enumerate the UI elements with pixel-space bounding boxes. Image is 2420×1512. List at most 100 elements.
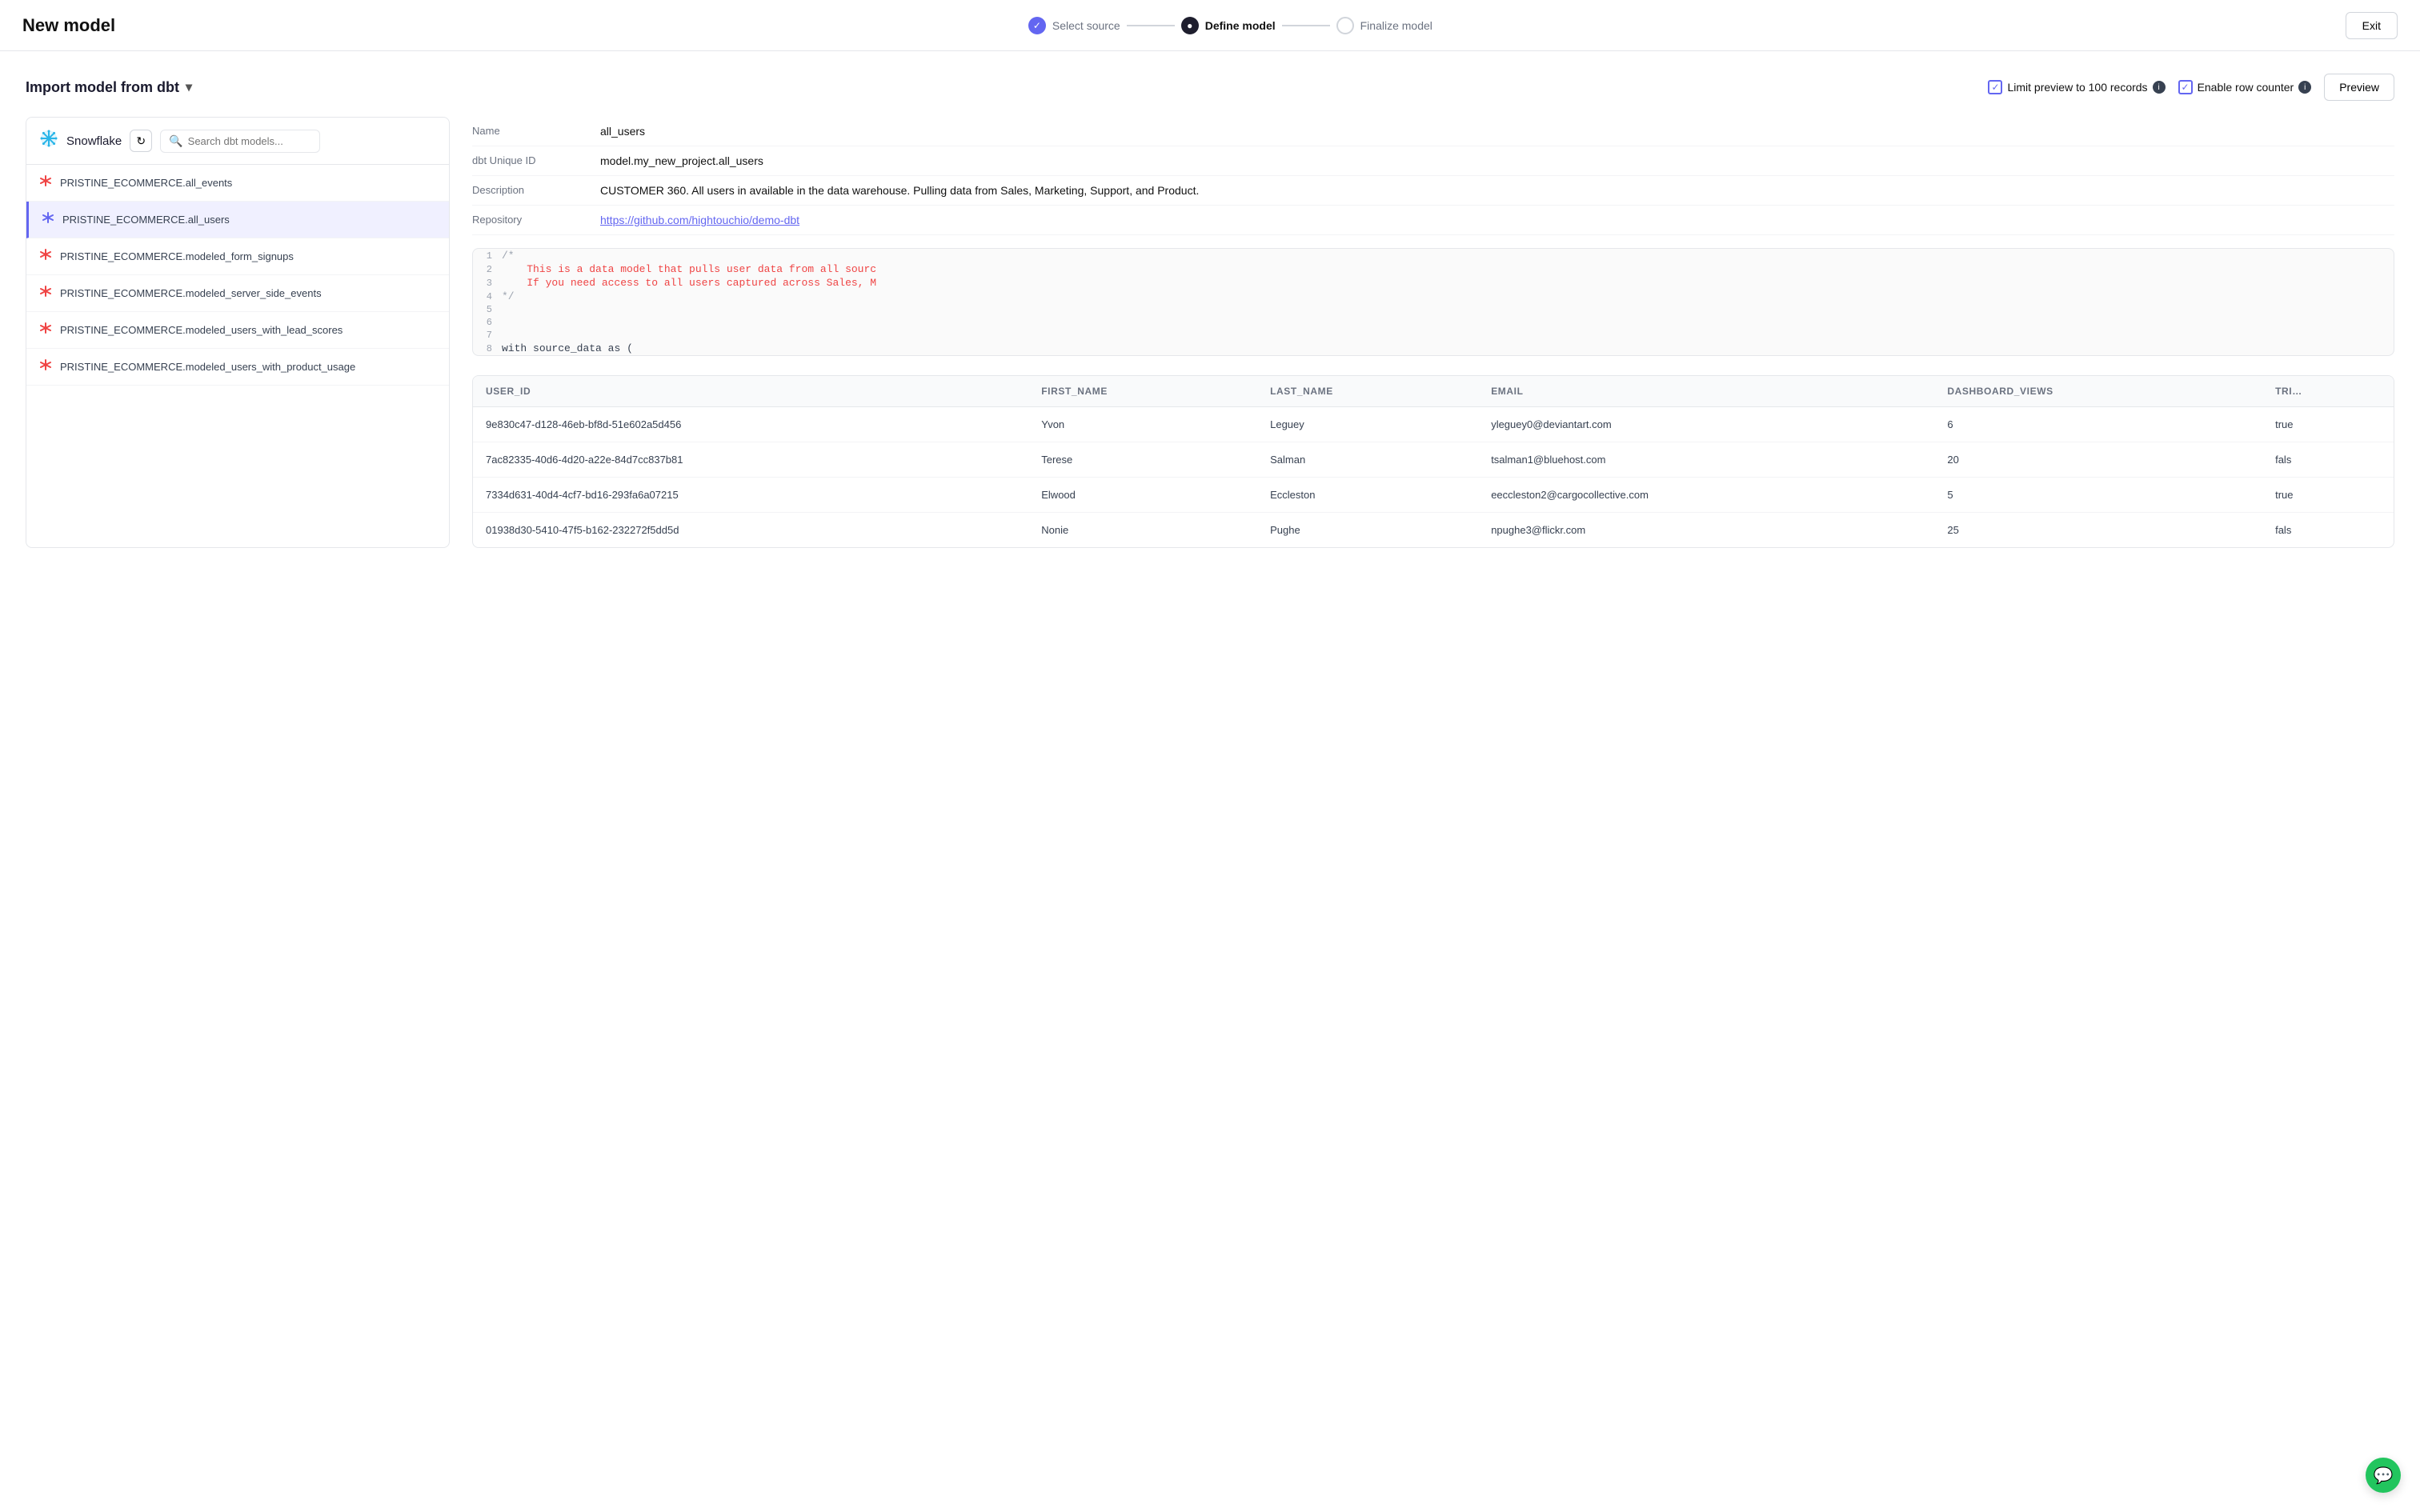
table-cell: Salman xyxy=(1257,442,1478,478)
line-number: 2 xyxy=(473,264,502,275)
line-number: 3 xyxy=(473,278,502,289)
repository-link[interactable]: https://github.com/hightouchio/demo-dbt xyxy=(600,214,799,226)
step-define-model: ● Define model xyxy=(1181,17,1276,34)
table-row: 7ac82335-40d6-4d20-a22e-84d7cc837b81Tere… xyxy=(473,442,2394,478)
dbt-unique-id-label: dbt Unique ID xyxy=(472,154,600,166)
data-table: USER_IDFIRST_NAMELAST_NAMEEMAILDASHBOARD… xyxy=(473,376,2394,547)
table-cell: Terese xyxy=(1028,442,1257,478)
step-3-label: Finalize model xyxy=(1360,19,1432,32)
table-cell: 7334d631-40d4-4cf7-bd16-293fa6a07215 xyxy=(473,478,1028,513)
table-cell: yleguey0@deviantart.com xyxy=(1478,407,1934,442)
name-value: all_users xyxy=(600,125,645,138)
code-line: 4*/ xyxy=(473,290,2394,303)
stepper: ✓ Select source ● Define model Finalize … xyxy=(1028,17,1432,34)
model-icon xyxy=(39,285,52,302)
description-value: CUSTOMER 360. All users in available in … xyxy=(600,184,1199,197)
line-number: 4 xyxy=(473,291,502,302)
line-number: 5 xyxy=(473,304,502,315)
refresh-button[interactable]: ↻ xyxy=(130,130,152,152)
import-model-label[interactable]: Import model from dbt ▾ xyxy=(26,79,192,96)
limit-preview-checkbox-label[interactable]: ✓ Limit preview to 100 records i xyxy=(1988,80,2165,94)
chevron-down-icon: ▾ xyxy=(186,79,192,95)
search-input[interactable] xyxy=(188,135,312,147)
table-cell: eeccleston2@cargocollective.com xyxy=(1478,478,1934,513)
limit-preview-checkbox[interactable]: ✓ xyxy=(1988,80,2002,94)
enable-row-counter-checkbox[interactable]: ✓ xyxy=(2178,80,2193,94)
code-line: 5 xyxy=(473,303,2394,316)
step-2-label: Define model xyxy=(1205,19,1276,32)
table-cell: 7ac82335-40d6-4d20-a22e-84d7cc837b81 xyxy=(473,442,1028,478)
search-icon: 🔍 xyxy=(169,134,182,148)
table-header: DASHBOARD_VIEWS xyxy=(1934,376,2262,407)
step-3-icon xyxy=(1336,17,1354,34)
table-cell: Elwood xyxy=(1028,478,1257,513)
table-cell: npughe3@flickr.com xyxy=(1478,513,1934,548)
table-cell: 5 xyxy=(1934,478,2262,513)
repository-label: Repository xyxy=(472,214,600,226)
enable-row-counter-text: Enable row counter xyxy=(2198,81,2294,94)
search-box: 🔍 xyxy=(160,130,320,153)
model-item[interactable]: PRISTINE_ECOMMERCE.modeled_server_side_e… xyxy=(26,275,449,312)
table-cell: 9e830c47-d128-46eb-bf8d-51e602a5d456 xyxy=(473,407,1028,442)
model-item[interactable]: PRISTINE_ECOMMERCE.modeled_users_with_le… xyxy=(26,312,449,349)
model-item-label: PRISTINE_ECOMMERCE.modeled_users_with_le… xyxy=(60,324,343,336)
step-select-source: ✓ Select source xyxy=(1028,17,1120,34)
row-counter-info-icon[interactable]: i xyxy=(2298,81,2311,94)
table-cell: Eccleston xyxy=(1257,478,1478,513)
table-cell: 01938d30-5410-47f5-b162-232272f5dd5d xyxy=(473,513,1028,548)
table-cell: fals xyxy=(2262,442,2394,478)
code-line: 3 If you need access to all users captur… xyxy=(473,276,2394,290)
page-title: New model xyxy=(22,15,115,36)
source-name: Snowflake xyxy=(66,134,122,148)
table-cell: 25 xyxy=(1934,513,2262,548)
step-finalize-model: Finalize model xyxy=(1336,17,1432,34)
import-label-text: Import model from dbt xyxy=(26,79,179,96)
dbt-unique-id-value: model.my_new_project.all_users xyxy=(600,154,763,167)
detail-row-description: Description CUSTOMER 360. All users in a… xyxy=(472,176,2394,206)
limit-preview-info-icon[interactable]: i xyxy=(2153,81,2166,94)
table-cell: Pughe xyxy=(1257,513,1478,548)
chat-button[interactable]: 💬 xyxy=(2366,1458,2401,1493)
table-header: LAST_NAME xyxy=(1257,376,1478,407)
table-header: TRI… xyxy=(2262,376,2394,407)
header: New model ✓ Select source ● Define model… xyxy=(0,0,2420,51)
enable-row-counter-checkbox-label[interactable]: ✓ Enable row counter i xyxy=(2178,80,2312,94)
line-content: /* xyxy=(502,250,515,262)
line-number: 8 xyxy=(473,343,502,354)
table-row: 7334d631-40d4-4cf7-bd16-293fa6a07215Elwo… xyxy=(473,478,2394,513)
line-number: 7 xyxy=(473,330,502,341)
table-header: FIRST_NAME xyxy=(1028,376,1257,407)
right-panel: Name all_users dbt Unique ID model.my_ne… xyxy=(450,117,2394,548)
line-content: with source_data as ( xyxy=(502,342,633,354)
table-cell: true xyxy=(2262,478,2394,513)
table-cell: fals xyxy=(2262,513,2394,548)
model-item[interactable]: PRISTINE_ECOMMERCE.all_users xyxy=(26,202,449,238)
code-block: 1/*2 This is a data model that pulls use… xyxy=(472,248,2394,356)
exit-button[interactable]: Exit xyxy=(2346,12,2398,39)
step-1-label: Select source xyxy=(1052,19,1120,32)
model-icon xyxy=(39,248,52,265)
model-item[interactable]: PRISTINE_ECOMMERCE.modeled_form_signups xyxy=(26,238,449,275)
table-cell: true xyxy=(2262,407,2394,442)
step-connector-1 xyxy=(1127,25,1175,26)
code-line: 2 This is a data model that pulls user d… xyxy=(473,262,2394,276)
snowflake-icon xyxy=(39,129,58,153)
code-line: 1/* xyxy=(473,249,2394,262)
name-label: Name xyxy=(472,125,600,137)
model-item[interactable]: PRISTINE_ECOMMERCE.all_events xyxy=(26,165,449,202)
toolbar: Import model from dbt ▾ ✓ Limit preview … xyxy=(26,74,2394,101)
preview-button[interactable]: Preview xyxy=(2324,74,2394,101)
detail-row-repository: Repository https://github.com/hightouchi… xyxy=(472,206,2394,235)
model-list: PRISTINE_ECOMMERCE.all_events PRISTINE_E… xyxy=(26,165,449,386)
line-content: This is a data model that pulls user dat… xyxy=(502,263,876,275)
table-cell: 20 xyxy=(1934,442,2262,478)
toolbar-right: ✓ Limit preview to 100 records i ✓ Enabl… xyxy=(1988,74,2394,101)
line-number: 6 xyxy=(473,317,502,328)
step-connector-2 xyxy=(1282,25,1330,26)
model-icon xyxy=(39,322,52,338)
step-2-icon: ● xyxy=(1181,17,1199,34)
model-item[interactable]: PRISTINE_ECOMMERCE.modeled_users_with_pr… xyxy=(26,349,449,386)
model-icon xyxy=(39,358,52,375)
table-header: EMAIL xyxy=(1478,376,1934,407)
table-cell: Nonie xyxy=(1028,513,1257,548)
